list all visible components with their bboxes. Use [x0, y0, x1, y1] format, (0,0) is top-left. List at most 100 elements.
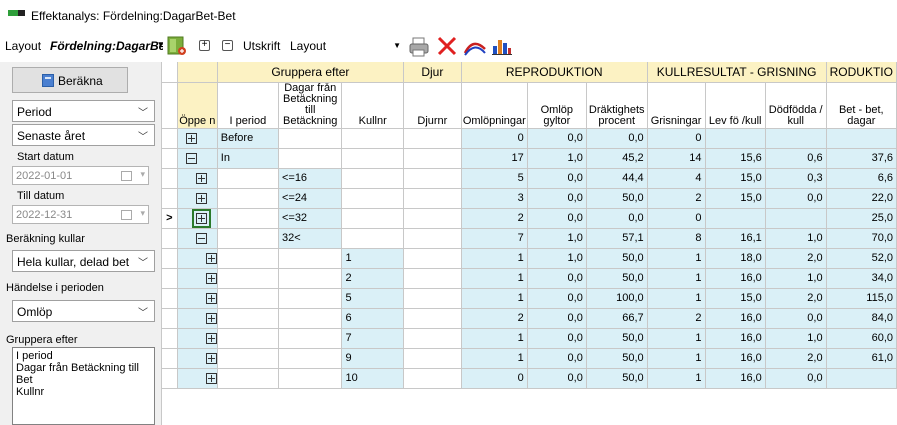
cell-omlop-gyltor[interactable]: 0,0 [527, 368, 587, 389]
cell-grisningar[interactable]: 4 [646, 168, 706, 189]
table-row[interactable]: 2 1 0,0 50,0 1 16,0 1,0 34,0 [162, 268, 897, 289]
cell-omlopningar[interactable]: 5 [460, 168, 528, 189]
cell-djurnr[interactable] [402, 148, 462, 169]
cell-draktighet[interactable]: 0,0 [586, 208, 648, 229]
cell-dagar[interactable]: <=24 [278, 188, 343, 209]
cell-dodfodda[interactable]: 2,0 [765, 248, 827, 269]
cell-lev-fo[interactable]: 15,0 [705, 188, 766, 209]
cell-bet-bet[interactable] [825, 368, 897, 389]
cell-djurnr[interactable] [402, 248, 462, 269]
cell-i-period[interactable] [217, 288, 279, 309]
cell-omlop-gyltor[interactable]: 0,0 [527, 268, 587, 289]
cell-draktighet[interactable]: 45,2 [586, 148, 648, 169]
cell-lev-fo[interactable]: 18,0 [705, 248, 766, 269]
cell-i-period[interactable]: Before [217, 128, 279, 149]
expand-node-icon[interactable] [185, 132, 197, 144]
tree-node-cell[interactable] [177, 168, 218, 189]
cell-omlopningar[interactable]: 0 [460, 128, 528, 149]
cell-grisningar[interactable]: 14 [646, 148, 706, 169]
cell-djurnr[interactable] [402, 328, 462, 349]
tree-node-cell[interactable] [177, 328, 218, 349]
expand-node-icon[interactable] [195, 192, 207, 204]
cell-bet-bet[interactable]: 115,0 [825, 288, 897, 309]
cell-dodfodda[interactable] [765, 128, 827, 149]
printer-icon[interactable] [408, 36, 430, 58]
cell-omlopningar[interactable]: 1 [460, 328, 528, 349]
cell-dagar[interactable] [278, 308, 343, 329]
cell-kullnr[interactable]: 7 [341, 328, 404, 349]
cell-dodfodda[interactable]: 0,6 [765, 148, 827, 169]
cell-omlopningar[interactable]: 0 [460, 368, 528, 389]
cell-omlopningar[interactable]: 17 [460, 148, 528, 169]
table-row[interactable]: <=16 5 0,0 44,4 4 15,0 0,3 6,6 [162, 168, 897, 189]
table-row[interactable]: <=24 3 0,0 50,0 2 15,0 0,0 22,0 [162, 188, 897, 209]
cell-dagar[interactable] [278, 148, 343, 169]
cell-lev-fo[interactable]: 15,0 [705, 288, 766, 309]
cell-omlopningar[interactable]: 2 [460, 208, 528, 229]
cell-djurnr[interactable] [402, 188, 462, 209]
expand-node-icon[interactable] [205, 292, 217, 304]
col-header-draktighet[interactable]: Dräktighets procent [586, 82, 648, 129]
cell-omlop-gyltor[interactable]: 0,0 [527, 208, 587, 229]
cell-grisningar[interactable]: 1 [646, 248, 706, 269]
period-type-select[interactable]: Period ﹀ [12, 100, 155, 122]
cell-lev-fo[interactable]: 16,0 [705, 268, 766, 289]
table-row[interactable]: > <=32 2 0,0 0,0 0 25,0 [162, 208, 897, 229]
cell-dodfodda[interactable]: 0,0 [765, 188, 827, 209]
cell-lev-fo[interactable]: 16,0 [705, 348, 766, 369]
cell-dodfodda[interactable]: 0,3 [765, 168, 827, 189]
list-item[interactable]: Kullnr [16, 386, 154, 398]
cell-bet-bet[interactable]: 6,6 [825, 168, 897, 189]
period-value-select[interactable]: Senaste året ﹀ [12, 124, 155, 146]
cell-dodfodda[interactable]: 1,0 [765, 328, 827, 349]
cell-djurnr[interactable] [402, 288, 462, 309]
cell-draktighet[interactable]: 50,0 [586, 348, 648, 369]
cell-omlopningar[interactable]: 1 [460, 268, 528, 289]
save-layout-icon[interactable] [166, 35, 188, 57]
cell-draktighet[interactable]: 50,0 [586, 188, 648, 209]
tree-node-cell[interactable] [177, 308, 218, 329]
expand-node-icon[interactable] [205, 272, 217, 284]
cell-draktighet[interactable]: 0,0 [586, 128, 648, 149]
expand-node-icon[interactable] [205, 352, 217, 364]
expand-node-icon[interactable] [205, 372, 217, 384]
cell-i-period[interactable]: In [217, 148, 279, 169]
cell-omlop-gyltor[interactable]: 0,0 [527, 188, 587, 209]
col-header-omlopningar[interactable]: Omlöpningar [460, 82, 528, 129]
tree-node-cell[interactable] [177, 128, 218, 149]
cell-djurnr[interactable] [402, 128, 462, 149]
cell-grisningar[interactable]: 8 [646, 228, 706, 249]
cell-i-period[interactable] [217, 328, 279, 349]
cell-lev-fo[interactable]: 16,0 [705, 368, 766, 389]
table-row[interactable]: 32< 7 1,0 57,1 8 16,1 1,0 70,0 [162, 228, 897, 249]
cell-lev-fo[interactable]: 15,0 [705, 168, 766, 189]
expand-node-icon[interactable] [205, 332, 217, 344]
col-header-dodfodda[interactable]: Dödfödda / kull [765, 82, 827, 129]
cell-lev-fo[interactable]: 16,0 [705, 308, 766, 329]
cell-grisningar[interactable]: 1 [646, 368, 706, 389]
cell-bet-bet[interactable] [825, 128, 897, 149]
cell-kullnr[interactable]: 9 [341, 348, 404, 369]
col-header-bet-bet[interactable]: Bet - bet, dagar [825, 82, 897, 129]
cell-dagar[interactable] [278, 328, 343, 349]
cell-omlopningar[interactable]: 1 [460, 248, 528, 269]
cell-bet-bet[interactable]: 70,0 [825, 228, 897, 249]
cell-omlop-gyltor[interactable]: 1,0 [527, 248, 587, 269]
col-header-i-period[interactable]: I period [217, 82, 279, 129]
tree-node-cell[interactable] [177, 368, 218, 389]
cell-grisningar[interactable]: 2 [646, 188, 706, 209]
cell-bet-bet[interactable]: 60,0 [825, 328, 897, 349]
cell-kullnr[interactable]: 10 [341, 368, 404, 389]
col-header-open[interactable]: Öppe n [177, 82, 218, 129]
expand-node-icon[interactable] [191, 208, 211, 227]
cell-bet-bet[interactable]: 37,6 [825, 148, 897, 169]
cell-kullnr[interactable]: 5 [341, 288, 404, 309]
cell-draktighet[interactable]: 66,7 [586, 308, 648, 329]
cell-bet-bet[interactable]: 22,0 [825, 188, 897, 209]
cell-kullnr[interactable]: 1 [341, 248, 404, 269]
cell-grisningar[interactable]: 0 [646, 208, 706, 229]
cell-omlopningar[interactable]: 1 [460, 348, 528, 369]
cell-djurnr[interactable] [402, 348, 462, 369]
litter-calc-select[interactable]: Hela kullar, delad bet ﹀ [12, 250, 155, 272]
tree-node-cell[interactable] [177, 208, 218, 229]
